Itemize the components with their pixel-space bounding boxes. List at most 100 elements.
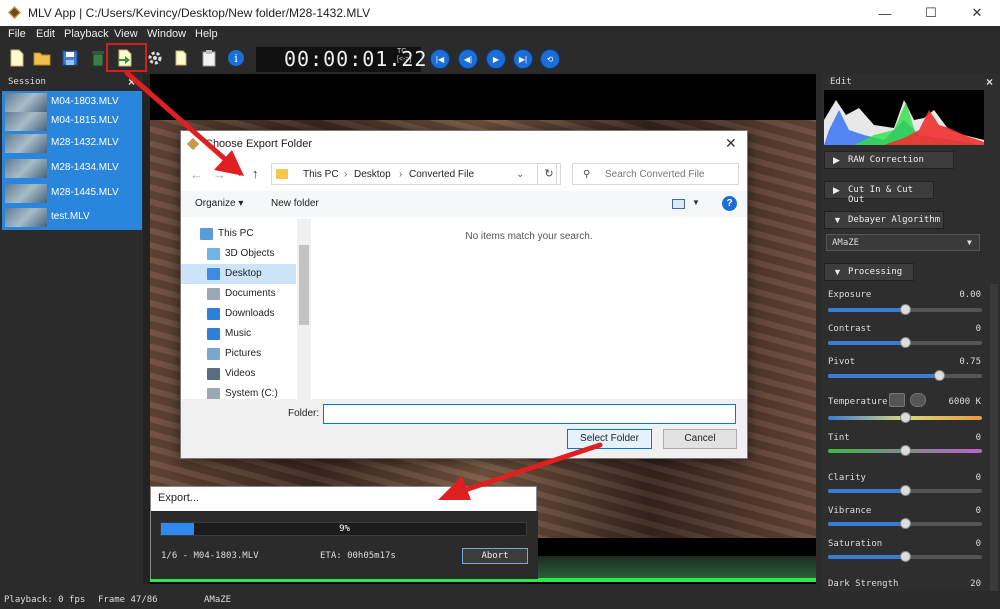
close-window-button[interactable]: ✕ (954, 0, 1000, 26)
step-back-button[interactable]: ◀| (458, 49, 478, 69)
address-bar[interactable]: This PC › Desktop › Converted File ⌄ (271, 163, 557, 185)
play-button[interactable]: ▶ (486, 49, 506, 69)
progress-text: 9% (339, 524, 350, 534)
tint-slider[interactable] (828, 445, 982, 456)
param-value[interactable]: 0 (941, 433, 981, 443)
breadcrumb-item[interactable]: Desktop (354, 169, 391, 180)
search-box[interactable]: ⚲ Search Converted File (572, 163, 739, 185)
section-label: Debayer Algorithm (848, 215, 941, 225)
session-item[interactable]: M28-1445.MLV (2, 182, 142, 205)
scrollbar-thumb[interactable] (299, 245, 309, 325)
view-options-icon[interactable] (672, 199, 685, 209)
abort-button[interactable]: Abort (462, 548, 528, 564)
back-arrow-icon[interactable]: ← (190, 167, 203, 182)
new-folder-button[interactable]: New folder (271, 198, 319, 209)
info-icon[interactable]: i (227, 49, 245, 67)
up-arrow-icon[interactable]: ↑ (252, 166, 259, 181)
slider-handle[interactable] (900, 337, 911, 348)
nav-item-this-pc[interactable]: This PC (181, 224, 296, 244)
nav-item-system-drive[interactable]: System (C:) (181, 384, 296, 399)
menu-playback[interactable]: Playback (64, 28, 109, 40)
session-item[interactable]: M28-1434.MLV (2, 157, 142, 180)
eyedropper-icon[interactable] (889, 393, 905, 407)
step-forward-button[interactable]: ▶| (513, 49, 533, 69)
skip-start-button[interactable]: |◀ (430, 49, 450, 69)
folder-input[interactable] (323, 404, 736, 424)
param-value[interactable]: 20 (941, 579, 981, 589)
section-processing[interactable]: ▼ Processing (824, 263, 914, 281)
pivot-slider[interactable] (828, 370, 982, 381)
slider-handle[interactable] (900, 304, 911, 315)
session-item[interactable]: M28-1432.MLV (2, 132, 142, 155)
help-icon[interactable]: ? (722, 196, 737, 211)
param-value[interactable]: 0 (941, 324, 981, 334)
clarity-slider[interactable] (828, 485, 982, 496)
loop-button[interactable]: ⟲ (540, 49, 560, 69)
menu-window[interactable]: Window (147, 28, 186, 40)
session-item-label: M04-1803.MLV (51, 96, 119, 107)
nav-item-music[interactable]: Music (181, 324, 296, 344)
param-value[interactable]: 0.00 (941, 290, 981, 300)
maximize-button[interactable]: ☐ (908, 0, 954, 26)
saturation-slider[interactable] (828, 551, 982, 562)
white-balance-icon[interactable] (910, 393, 926, 407)
slider-handle[interactable] (933, 370, 945, 381)
nav-item-documents[interactable]: Documents (181, 284, 296, 304)
settings-icon[interactable] (146, 49, 164, 67)
save-icon[interactable] (61, 49, 79, 67)
clipboard-paste-icon[interactable] (200, 49, 218, 67)
forward-arrow-icon[interactable]: → (213, 167, 226, 182)
refresh-button[interactable]: ↻ (537, 163, 561, 185)
menu-file[interactable]: File (8, 28, 26, 40)
vibrance-slider[interactable] (828, 518, 982, 529)
breadcrumb-item[interactable]: This PC (303, 169, 339, 180)
slider-handle[interactable] (900, 551, 911, 562)
select-folder-button[interactable]: Select Folder (567, 429, 652, 449)
nav-item-pictures[interactable]: Pictures (181, 344, 296, 364)
slider-handle[interactable] (900, 485, 911, 496)
refresh-icon: ↻ (544, 168, 554, 180)
param-value[interactable]: 0 (941, 473, 981, 483)
delete-icon[interactable] (89, 49, 107, 67)
menu-help[interactable]: Help (195, 28, 218, 40)
chevron-down-icon[interactable]: ▼ (692, 198, 700, 207)
debayer-select[interactable]: AMaZE ▼ (826, 234, 980, 251)
organize-button[interactable]: Organize ▾ (195, 198, 243, 209)
slider-handle[interactable] (900, 445, 911, 456)
nav-item-downloads[interactable]: Downloads (181, 304, 296, 324)
breadcrumb-item[interactable]: Converted File (409, 169, 474, 180)
clipboard-copy-icon[interactable] (172, 49, 190, 67)
param-value[interactable]: 0 (941, 539, 981, 549)
temperature-slider[interactable] (828, 412, 982, 423)
section-debayer[interactable]: ▼ Debayer Algorithm (824, 211, 944, 229)
edit-close-icon[interactable]: × (986, 75, 993, 89)
cancel-button[interactable]: Cancel (663, 429, 737, 449)
param-value[interactable]: 0 (941, 506, 981, 516)
minimize-button[interactable]: — (862, 0, 908, 26)
slider-handle[interactable] (900, 518, 911, 529)
history-chevron-icon[interactable]: ⌄ (236, 168, 244, 179)
edit-panel-scrollbar[interactable] (990, 284, 998, 604)
section-cut-in-out[interactable]: ▶ Cut In & Cut Out (824, 181, 934, 205)
menu-view[interactable]: View (114, 28, 138, 40)
open-folder-icon[interactable] (33, 49, 51, 67)
nav-item-desktop[interactable]: Desktop (181, 264, 296, 284)
nav-item-videos[interactable]: Videos (181, 364, 296, 384)
session-item[interactable]: test.MLV (2, 206, 142, 229)
expanded-arrow-icon: ▼ (833, 267, 842, 277)
exposure-slider[interactable] (828, 304, 982, 315)
contrast-slider[interactable] (828, 337, 982, 348)
param-label: Tint (828, 433, 850, 443)
param-value[interactable]: 0.75 (941, 357, 981, 367)
menu-edit[interactable]: Edit (36, 28, 55, 40)
session-close-icon[interactable]: × (128, 75, 135, 89)
section-raw-correction[interactable]: ▶ RAW Correction (824, 151, 954, 169)
chevron-down-icon[interactable]: ⌄ (516, 169, 524, 180)
close-icon[interactable]: ✕ (725, 135, 737, 152)
panel-splitter[interactable] (143, 74, 150, 584)
nav-item-3d-objects[interactable]: 3D Objects (181, 244, 296, 264)
session-item[interactable]: M04-1815.MLV (2, 110, 142, 133)
param-value[interactable]: 6000 K (941, 397, 981, 407)
slider-handle[interactable] (900, 412, 911, 423)
new-session-icon[interactable] (8, 49, 26, 67)
